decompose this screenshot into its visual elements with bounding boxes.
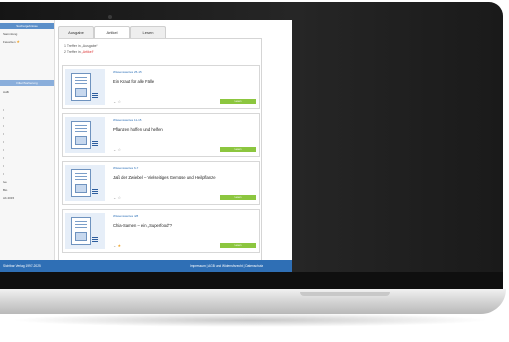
hits-highlight: „Artikel“ [81,50,94,54]
laptop-notch [300,292,390,296]
list-icon [92,237,98,243]
article-title[interactable]: Pflanzen hoffen und helfen [113,127,163,132]
sidebar-item-favoriten[interactable]: Favoriten ★ [3,39,20,44]
laptop-base [0,289,506,314]
sidebar-item-sammlung[interactable]: Sammlung [3,32,17,36]
sidebar-filter-header: Filter/Sortierung [0,80,54,86]
read-button[interactable]: Lesen [220,99,256,104]
article-actions: ⌄ ☆ [113,195,121,200]
hits-prefix: 2 Treffer in [64,50,82,54]
article-actions: ⌄ ☆ [113,147,121,152]
article-card[interactable]: Wissenswertes 25-15 Ein Kraut für alle F… [62,65,260,109]
article-actions: ⌄ ★ [113,243,121,248]
bookmark-icon[interactable]: ⌄ [113,243,116,248]
star-filled-icon[interactable]: ★ [117,243,121,248]
filter-item[interactable]: l [3,124,4,128]
read-button[interactable]: Lesen [220,195,256,200]
tab-bar: Ausgabe Artikel Lesen [58,26,288,39]
footer-links[interactable]: Impressum | AGB und Widerrufsrecht | Dat… [190,260,263,272]
filter-item[interactable]: l [3,116,4,120]
article-issue[interactable]: Wissenswertes 11-15 [113,118,141,122]
article-thumbnail [65,117,105,153]
article-title[interactable]: Jaß der Zwiebel – Vielseitiges Gemüse un… [113,175,216,180]
article-card[interactable]: Wissenswertes 4/8 Chia-Samen – ein „Supe… [62,209,260,253]
star-outline-icon[interactable]: ☆ [117,99,121,104]
article-thumbnail [65,165,105,201]
camera-icon [108,15,112,19]
footer-copyright: Sichtbar Verlag 1997-2025 [3,264,41,268]
read-button[interactable]: Lesen [220,147,256,152]
list-icon [92,141,98,147]
article-title[interactable]: Ein Kraut für alle Fälle [113,79,154,84]
filter-item[interactable]: l [3,164,4,168]
document-icon [71,73,91,101]
article-card[interactable]: Wissenswertes 6-7 Jaß der Zwiebel – Viel… [62,161,260,205]
laptop-bezel [0,272,503,289]
bookmark-icon[interactable]: ⌄ [113,99,116,104]
filter-item[interactable]: Aufb [3,90,9,94]
document-icon [71,121,91,149]
footer-bar: Sichtbar Verlag 1997-2025 Impressum | AG… [0,260,292,272]
article-actions: ⌄ ☆ [113,99,121,104]
filter-item[interactable]: l [3,172,4,176]
star-icon: ★ [16,39,20,44]
article-thumbnail [65,69,105,105]
sidebar-header: Suchergebnisse [0,23,54,29]
sidebar-item-label: Favoriten [3,40,16,44]
read-button[interactable]: Lesen [220,243,256,248]
article-issue[interactable]: Wissenswertes 25-15 [113,70,142,74]
article-thumbnail [65,213,105,249]
article-issue[interactable]: Wissenswertes 6-7 [113,166,138,170]
document-icon [71,169,91,197]
bookmark-icon[interactable]: ⌄ [113,195,116,200]
filter-item[interactable]: l [3,148,4,152]
filter-item[interactable]: l [3,140,4,144]
article-title[interactable]: Chia-Samen – ein „Superfood“? [113,223,172,228]
filter-item[interactable]: l [3,108,4,112]
list-icon [92,189,98,195]
hits-artikel: 2 Treffer in „Artikel“ [64,50,94,54]
document-icon [71,217,91,245]
star-outline-icon[interactable]: ☆ [117,195,121,200]
bookmark-icon[interactable]: ⌄ [113,147,116,152]
list-icon [92,93,98,99]
filter-item[interactable]: l [3,156,4,160]
article-card[interactable]: Wissenswertes 11-15 Pflanzen hoffen und … [62,113,260,157]
filter-item[interactable]: Ab 2015 [3,196,14,200]
screen: Suchergebnisse Sammlung Favoriten ★ Filt… [0,20,292,272]
filter-item[interactable]: l [3,132,4,136]
laptop-shadow [10,313,490,327]
filter-item[interactable]: Bio [3,188,7,192]
hits-ausgabe: 1 Treffer in „Ausgabe“ [64,44,98,48]
star-outline-icon[interactable]: ☆ [117,147,121,152]
article-issue[interactable]: Wissenswertes 4/8 [113,214,138,218]
filter-item[interactable]: ive [3,180,7,184]
sidebar: Suchergebnisse Sammlung Favoriten ★ Filt… [0,20,55,260]
